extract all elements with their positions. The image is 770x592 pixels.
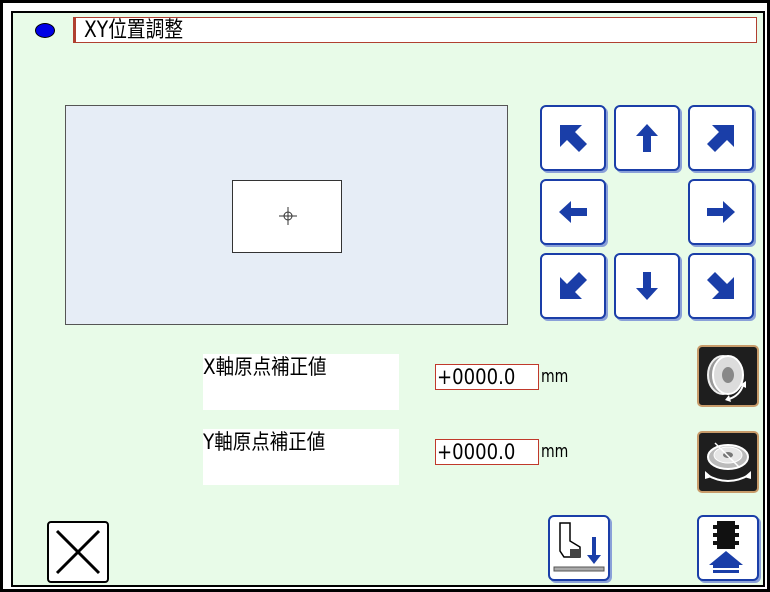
arrow-down-right-icon <box>707 272 734 299</box>
y-offset-label: Y軸原点補正値 <box>203 430 326 454</box>
jog-left-button[interactable] <box>540 179 606 245</box>
presser-foot-down-button[interactable] <box>548 515 610 581</box>
x-offset-value: +0000.0 <box>437 365 516 389</box>
jog-up-right-button[interactable] <box>688 105 754 171</box>
arrow-up-left-icon <box>560 125 587 152</box>
screen-frame: XY位置調整 X軸原点補正値 +0000.0 mm Y軸原点補正値 +0000.… <box>0 0 770 592</box>
x-handwheel-button[interactable] <box>697 345 759 407</box>
x-offset-label-box: X軸原点補正値 <box>203 354 399 410</box>
presser-foot-down-icon <box>553 522 605 572</box>
position-window <box>232 180 342 253</box>
arrow-right-icon <box>707 201 735 223</box>
thread-trim-button[interactable] <box>697 515 759 581</box>
y-offset-value-field[interactable]: +0000.0 <box>435 439 539 465</box>
title-bar: XY位置調整 <box>73 17 757 43</box>
crosshair-icon <box>279 207 297 225</box>
handwheel-flat-icon <box>705 442 751 482</box>
arrow-up-right-icon <box>707 125 734 152</box>
jog-down-button[interactable] <box>614 253 680 319</box>
jog-down-left-button[interactable] <box>540 253 606 319</box>
position-preview <box>65 105 508 325</box>
main-panel: XY位置調整 X軸原点補正値 +0000.0 mm Y軸原点補正値 +0000.… <box>11 11 765 587</box>
page-title: XY位置調整 <box>84 18 184 43</box>
handwheel-icon <box>707 355 746 402</box>
x-offset-value-field[interactable]: +0000.0 <box>435 364 539 390</box>
y-offset-unit: mm <box>541 441 569 462</box>
close-button[interactable] <box>47 521 109 583</box>
close-icon <box>55 529 101 575</box>
x-offset-label: X軸原点補正値 <box>203 355 327 379</box>
jog-down-right-button[interactable] <box>688 253 754 319</box>
jog-right-button[interactable] <box>688 179 754 245</box>
x-offset-unit: mm <box>541 366 569 387</box>
needle-up-icon <box>709 521 743 573</box>
arrow-down-left-icon <box>560 272 587 299</box>
arrow-up-icon <box>636 124 658 152</box>
jog-up-button[interactable] <box>614 105 680 171</box>
arrow-left-icon <box>559 201 587 223</box>
arrow-down-icon <box>636 272 658 300</box>
jog-up-left-button[interactable] <box>540 105 606 171</box>
status-dot-icon <box>35 23 55 38</box>
y-offset-value: +0000.0 <box>437 440 516 464</box>
y-offset-label-box: Y軸原点補正値 <box>203 429 399 485</box>
y-handwheel-button[interactable] <box>697 431 759 493</box>
